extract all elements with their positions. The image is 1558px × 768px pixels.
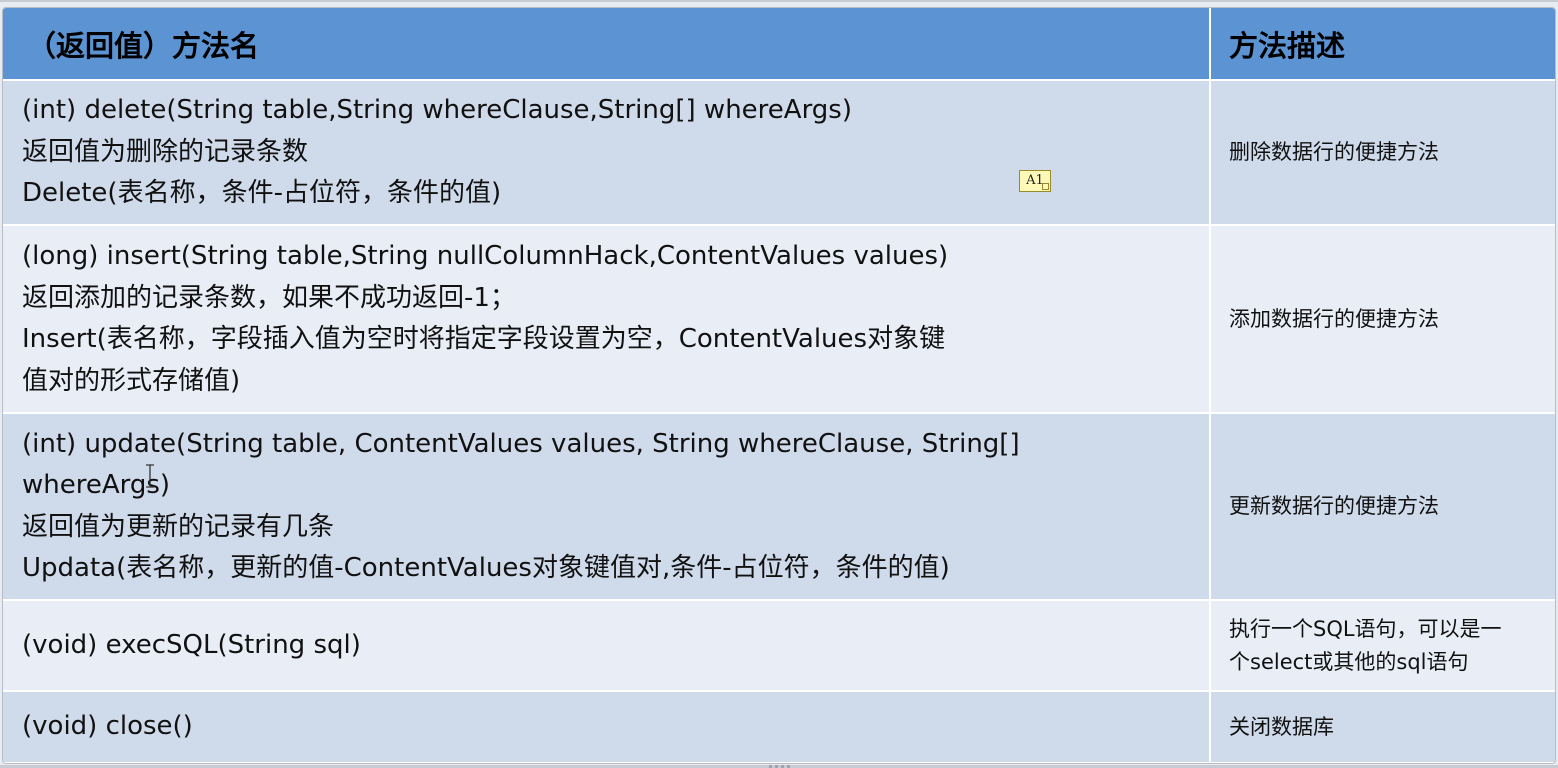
method-params-note-continued: 值对的形式存储值) [22,365,241,396]
table-row: (int) update(String table, ContentValues… [3,413,1555,601]
header-method-name: （返回值）方法名 [3,8,1211,81]
description-text: 添加数据行的便捷方法 [1229,306,1439,331]
text-cursor-icon [146,464,154,488]
table-header-row: （返回值）方法名 方法描述 [3,8,1555,81]
table-row: (int) delete(String table,String whereCl… [3,80,1555,226]
description-cell: 删除数据行的便捷方法 [1210,80,1555,226]
methods-table: （返回值）方法名 方法描述 (int) delete(String table,… [3,8,1555,763]
method-cell: (long) insert(String table,String nullCo… [3,225,1211,414]
slide-canvas: （返回值）方法名 方法描述 (int) delete(String table,… [2,7,1556,764]
method-return-note: 返回值为更新的记录有几条 [22,511,335,542]
table-row: (void) close() 关闭数据库 [3,691,1555,763]
method-cell: (void) execSQL(String sql) [3,600,1211,692]
method-cell: (int) delete(String table,String whereCl… [3,80,1211,226]
header-method-description: 方法描述 [1210,8,1555,81]
method-return-note: 返回添加的记录条数，如果不成功返回-1； [22,282,516,313]
method-signature-continued: whereArgs) [22,470,171,500]
method-signature: (int) update(String table, ContentValues… [22,428,1020,459]
description-text: 关闭数据库 [1229,714,1334,739]
description-cell: 关闭数据库 [1210,691,1555,763]
method-cell: (void) close() [3,691,1211,763]
table-row: (void) execSQL(String sql) 执行一个SQL语句，可以是… [3,600,1555,692]
comment-marker[interactable]: A1 [1019,170,1051,192]
description-cell: 更新数据行的便捷方法 [1210,413,1555,601]
method-signature: (int) delete(String table,String whereCl… [22,95,852,126]
window-frame: （返回值）方法名 方法描述 (int) delete(String table,… [0,0,1558,768]
table-row: (long) insert(String table,String nullCo… [3,225,1555,414]
description-text: 更新数据行的便捷方法 [1229,494,1439,518]
method-signature: (long) insert(String table,String nullCo… [22,241,949,271]
description-cell: 执行一个SQL语句，可以是一 个select或其他的sql语句 [1210,600,1555,692]
method-cell: (int) update(String table, ContentValues… [3,413,1211,601]
description-cell: 添加数据行的便捷方法 [1210,225,1555,414]
method-return-note: 返回值为删除的记录条数 [22,136,309,167]
method-signature: (void) execSQL(String sql) [22,629,361,660]
description-text: 删除数据行的便捷方法 [1229,140,1439,164]
method-signature: (void) close() [22,711,193,742]
method-params-note: Insert(表名称，字段插入值为空时将指定字段设置为空，ContentValu… [22,324,946,354]
description-text-continued: 个select或其他的sql语句 [1229,649,1469,674]
description-text: 执行一个SQL语句，可以是一 [1229,616,1502,641]
method-params-note: Updata(表名称，更新的值-ContentValues对象键值对,条件-占位… [22,553,950,583]
